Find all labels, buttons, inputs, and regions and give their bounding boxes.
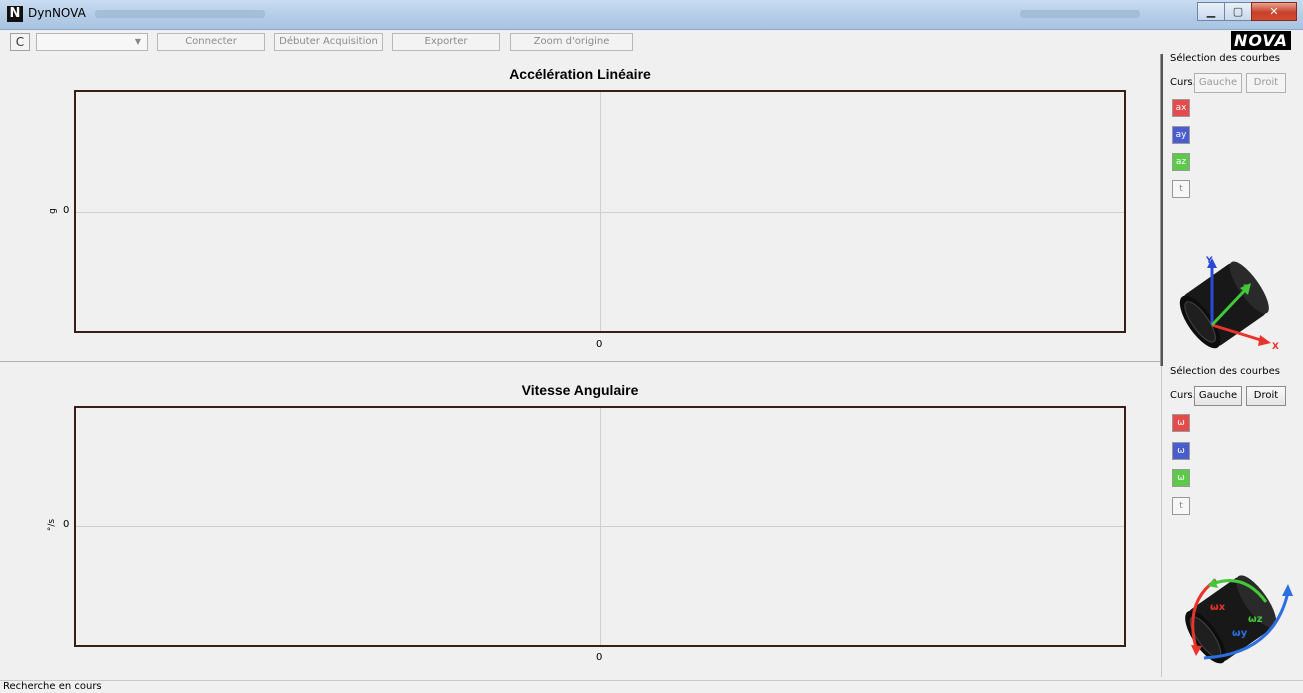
curve-selection-panel: Sélection des courbes Curs. Gauche Droit… bbox=[1166, 53, 1300, 363]
window-title: DynNOVA bbox=[28, 6, 86, 20]
cursor-left-button[interactable]: Gauche bbox=[1194, 386, 1242, 406]
angular-velocity-panel: Vitesse Angulaire °/s 0 0 bbox=[0, 365, 1160, 677]
y-axis-label: g bbox=[47, 208, 58, 214]
side-separator bbox=[1161, 366, 1162, 677]
curve-toggle-wz[interactable]: ω bbox=[1172, 469, 1190, 487]
export-button[interactable]: Exporter bbox=[392, 33, 500, 51]
blurred-title-text bbox=[1020, 10, 1140, 18]
toolbar: C ▼ Connecter Débuter Acquisition Export… bbox=[0, 31, 1303, 53]
plot-gridline-horizontal bbox=[76, 526, 1124, 527]
x-tick-label: 0 bbox=[596, 652, 603, 663]
zoom-reset-button[interactable]: Zoom d'origine bbox=[510, 33, 633, 51]
chevron-down-icon[interactable]: ▼ bbox=[131, 35, 145, 49]
cursor-label: Curs. bbox=[1170, 77, 1196, 88]
curve-toggle-wx[interactable]: ω bbox=[1172, 414, 1190, 432]
cursor-right-button[interactable]: Droit bbox=[1246, 386, 1286, 406]
start-acquisition-button[interactable]: Débuter Acquisition bbox=[274, 33, 383, 51]
window-controls: ▁ ▢ ✕ bbox=[1197, 2, 1297, 21]
sensor-axes-linear-illustration: Y Z X bbox=[1179, 256, 1279, 352]
y-tick-label: 0 bbox=[63, 519, 70, 530]
axis-label-y: Y bbox=[1205, 256, 1213, 266]
title-bar: N DynNOVA ▁ ▢ ✕ bbox=[0, 0, 1303, 30]
curve-toggle-wy[interactable]: ω bbox=[1172, 442, 1190, 460]
curve-toggle-az[interactable]: az bbox=[1172, 153, 1190, 171]
cursor-label: Curs. bbox=[1170, 390, 1196, 401]
axis-label-wx: ωx bbox=[1210, 602, 1226, 613]
status-text: Recherche en cours bbox=[3, 681, 102, 692]
x-tick-label: 0 bbox=[596, 339, 603, 350]
blurred-title-text bbox=[95, 10, 265, 18]
axis-label-wz: ωz bbox=[1248, 614, 1263, 625]
axis-label-wy: ωy bbox=[1232, 628, 1248, 639]
cursor-left-button[interactable]: Gauche bbox=[1194, 73, 1242, 93]
linear-acceleration-panel: Accélération Linéaire g 0 0 bbox=[0, 54, 1160, 362]
curve-selection-title: Sélection des courbes bbox=[1170, 366, 1280, 377]
y-axis-label: °/s bbox=[47, 518, 58, 532]
curve-selection-title: Sélection des courbes bbox=[1170, 53, 1280, 64]
curve-toggle-ax[interactable]: ax bbox=[1172, 99, 1190, 117]
curve-selection-panel: Sélection des courbes Curs. Gauche Droit… bbox=[1166, 366, 1300, 676]
port-select[interactable]: ▼ bbox=[36, 33, 148, 51]
refresh-icon[interactable]: C bbox=[10, 33, 30, 51]
curve-toggle-t[interactable]: t bbox=[1172, 180, 1190, 198]
nova-logo: NOVA bbox=[1231, 31, 1291, 50]
app-icon: N bbox=[7, 6, 23, 22]
maximize-icon[interactable]: ▢ bbox=[1224, 2, 1252, 21]
close-icon[interactable]: ✕ bbox=[1251, 2, 1297, 21]
minimize-icon[interactable]: ▁ bbox=[1197, 2, 1225, 21]
chart-title: Vitesse Angulaire bbox=[521, 382, 639, 398]
chart-title: Accélération Linéaire bbox=[509, 66, 651, 82]
status-bar: Recherche en cours bbox=[0, 680, 1303, 693]
plot-gridline-horizontal bbox=[76, 212, 1124, 213]
cursor-right-button[interactable]: Droit bbox=[1246, 73, 1286, 93]
connect-button[interactable]: Connecter bbox=[157, 33, 265, 51]
y-tick-label: 0 bbox=[63, 205, 70, 216]
axis-label-x: X bbox=[1272, 342, 1279, 352]
linear-acceleration-plot[interactable] bbox=[74, 90, 1126, 333]
axis-label-z: Z bbox=[1243, 284, 1250, 294]
curve-toggle-ay[interactable]: ay bbox=[1172, 126, 1190, 144]
curve-toggle-t[interactable]: t bbox=[1172, 497, 1190, 515]
sensor-axes-angular-illustration: ωx ωz ωy bbox=[1185, 575, 1293, 664]
angular-velocity-plot[interactable] bbox=[74, 406, 1126, 647]
panel-splitter[interactable] bbox=[1160, 54, 1163, 366]
